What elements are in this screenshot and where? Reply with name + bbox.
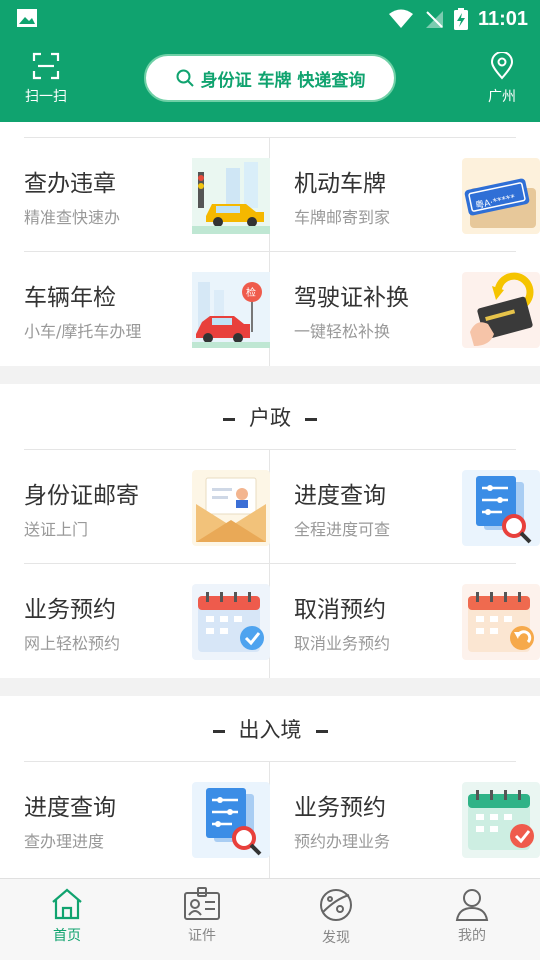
search-placeholder: 身份证 车牌 快递查询 — [200, 70, 366, 91]
nav-label-discover: 发现 — [322, 930, 350, 946]
service-item-violation[interactable]: 查办违章 精准查快速办 — [24, 138, 270, 252]
home-icon — [52, 888, 82, 920]
license-plate-icon: 粤A·***** — [462, 158, 540, 234]
service-item-id-mail[interactable]: 身份证邮寄 送证上门 — [24, 450, 270, 564]
title-dash — [223, 417, 235, 421]
scan-label: 扫一扫 — [25, 89, 67, 105]
calendar-cancel-icon — [462, 584, 540, 660]
service-item-license-plate[interactable]: 机动车牌 车牌邮寄到家 粤A·***** — [294, 138, 540, 252]
progress-search-document-icon — [462, 470, 540, 546]
wifi-icon — [388, 9, 413, 28]
location-label: 广州 — [488, 89, 516, 105]
battery-charging-icon — [453, 8, 468, 30]
status-bar: 11:01 — [0, 0, 540, 38]
title-dash — [315, 729, 328, 733]
exit-entry-services-card: 出入境 进度查询 查办理进度 业务预约 预约办理业务 — [0, 696, 540, 878]
location-button[interactable]: 广州 — [482, 51, 522, 105]
search-input[interactable]: 身份证 车牌 快递查询 — [144, 54, 396, 102]
progress-search-document-icon — [192, 782, 270, 858]
driver-license-renew-icon — [462, 272, 540, 348]
no-signal-icon — [425, 11, 443, 28]
app-header: 扫一扫 身份证 车牌 快递查询 广州 — [0, 38, 540, 122]
scan-button[interactable]: 扫一扫 — [16, 52, 76, 105]
scan-icon — [32, 52, 60, 80]
section-title-household: 户政 — [0, 402, 540, 432]
service-item-inspection[interactable]: 车辆年检 小车/摩托车办理 检 — [24, 252, 270, 366]
service-item-appointment-household[interactable]: 业务预约 网上轻松预约 — [24, 564, 270, 678]
nav-tab-home[interactable]: 首页 — [22, 887, 112, 957]
status-time: 11:01 — [477, 7, 528, 30]
nav-label-profile: 我的 — [458, 928, 486, 944]
service-item-progress-exit-entry[interactable]: 进度查询 查办理进度 — [24, 762, 270, 876]
id-card-envelope-icon — [192, 470, 270, 546]
nav-tab-documents[interactable]: 证件 — [157, 887, 247, 957]
search-icon — [176, 69, 194, 87]
title-dash — [212, 729, 225, 733]
id-badge-icon — [184, 887, 220, 920]
service-item-cancel-appointment[interactable]: 取消预约 取消业务预约 — [294, 564, 540, 678]
calendar-check-icon — [192, 584, 270, 660]
location-pin-icon — [490, 51, 514, 80]
vehicle-services-card: 查办违章 精准查快速办 机动车牌 车牌邮寄到家 粤A·***** 车辆年检 小车… — [0, 122, 540, 366]
nav-label-home: 首页 — [53, 928, 81, 944]
nav-tab-profile[interactable]: 我的 — [427, 887, 517, 957]
nav-label-documents: 证件 — [188, 928, 216, 944]
service-item-driver-license[interactable]: 驾驶证补换 一键轻松补换 — [294, 252, 540, 366]
calendar-check-icon — [462, 782, 540, 858]
svg-text:检: 检 — [246, 286, 256, 299]
content-scroll[interactable]: 查办违章 精准查快速办 机动车牌 车牌邮寄到家 粤A·***** 车辆年检 小车… — [0, 122, 540, 878]
bottom-navigation: 首页 证件 发现 我的 — [0, 878, 540, 960]
household-services-card: 户政 身份证邮寄 送证上门 进度查询 全程进度可查 业务预约 网上轻松预约 取消… — [0, 384, 540, 678]
service-item-appointment-exit-entry[interactable]: 业务预约 预约办理业务 — [294, 762, 540, 876]
traffic-violation-car-icon — [192, 158, 270, 234]
nav-tab-discover[interactable]: 发现 — [291, 887, 381, 957]
title-dash — [305, 417, 317, 421]
section-title-exit-entry: 出入境 — [0, 714, 540, 744]
discover-planet-icon — [320, 889, 352, 921]
vehicle-inspection-icon: 检 — [192, 272, 270, 348]
image-notification-icon — [17, 9, 37, 27]
service-item-progress-household[interactable]: 进度查询 全程进度可查 — [294, 450, 540, 564]
user-icon — [455, 889, 489, 921]
